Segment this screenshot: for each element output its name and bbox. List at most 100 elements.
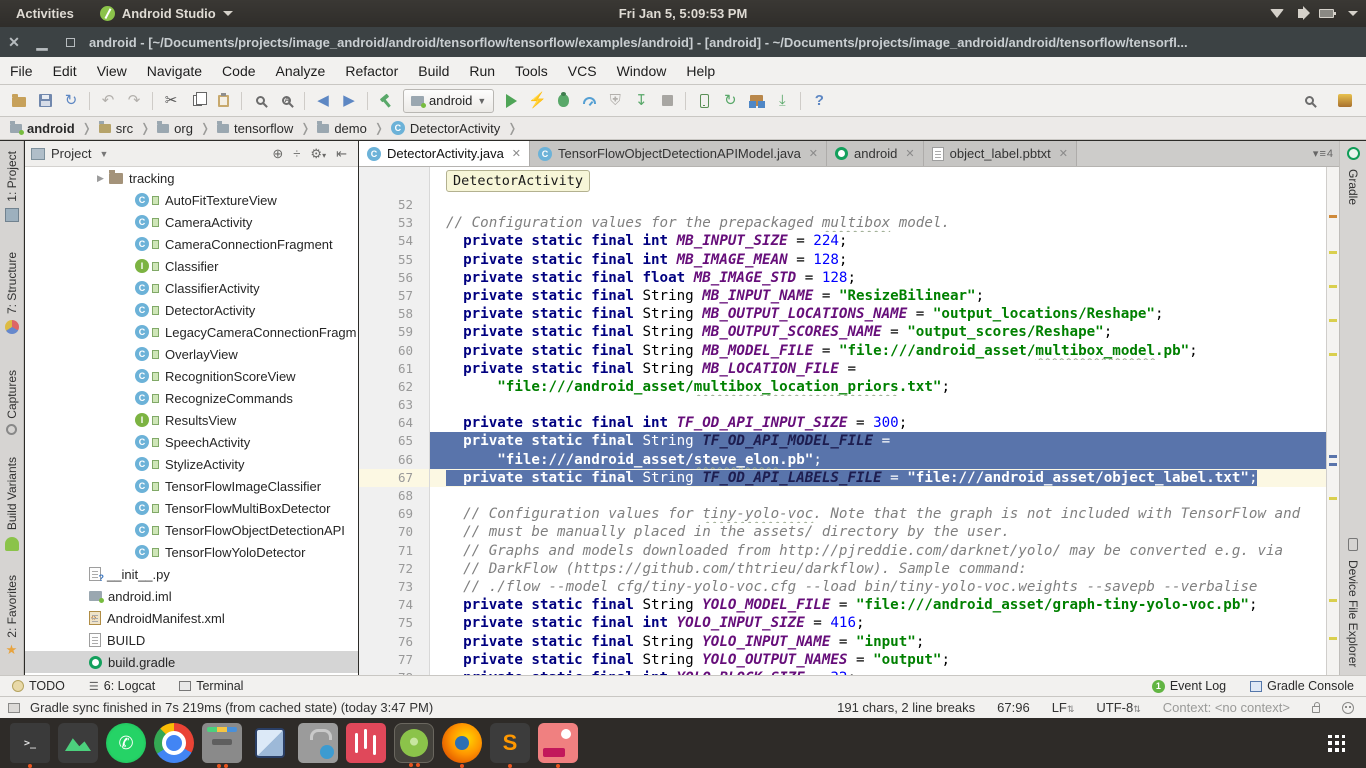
dock-whatsapp-icon[interactable]: ✆ <box>106 723 146 763</box>
dock-terminal-icon[interactable]: >_ <box>10 723 50 763</box>
tree-item-recognizecommands[interactable]: CRecognizeCommands <box>25 387 358 409</box>
expand-arrow-icon[interactable]: ▶ <box>97 173 109 184</box>
stripe-mark[interactable] <box>1329 251 1337 254</box>
replace-icon[interactable] <box>274 89 298 113</box>
code-line-58[interactable]: 58 private static final String MB_OUTPUT… <box>359 305 1326 323</box>
locate-icon[interactable]: ⊕ <box>272 146 283 162</box>
close-tab-icon[interactable]: ✕ <box>512 147 521 160</box>
code-line-74[interactable]: 74 private static final String YOLO_MODE… <box>359 596 1326 614</box>
maximize-window-button[interactable] <box>66 38 75 47</box>
tab-gradle[interactable]: Gradle <box>1340 147 1366 205</box>
activities-button[interactable]: Activities <box>0 6 90 21</box>
stripe-mark[interactable] <box>1329 497 1337 500</box>
stripe-mark[interactable] <box>1329 319 1337 322</box>
tree-item-legacycameraconnectionfragm[interactable]: CLegacyCameraConnectionFragm <box>25 321 358 343</box>
code-line-63[interactable]: 63 <box>359 396 1326 414</box>
code-line-57[interactable]: 57 private static final String MB_INPUT_… <box>359 287 1326 305</box>
code-line-75[interactable]: 75 private static final int YOLO_INPUT_S… <box>359 614 1326 632</box>
tree-item-detectoractivity[interactable]: CDetectorActivity <box>25 299 358 321</box>
tree-item-build[interactable]: BUILD <box>25 629 358 651</box>
stripe-mark[interactable] <box>1329 285 1337 288</box>
menu-build[interactable]: Build <box>408 63 459 79</box>
undo-icon[interactable]: ↶ <box>96 89 120 113</box>
highlighting-level-icon[interactable] <box>1342 702 1354 714</box>
dock-firefox-icon[interactable] <box>442 723 482 763</box>
dock-virtualbox-icon[interactable] <box>250 723 290 763</box>
breadcrumb-lens[interactable]: DetectorActivity <box>446 170 590 192</box>
editor-tab-tensorflowobjectdetectionapimodel-java[interactable]: CTensorFlowObjectDetectionAPIModel.java✕ <box>530 141 827 166</box>
tab-build-variants[interactable]: Build Variants <box>5 457 19 556</box>
tab-device-file-explorer[interactable]: Device File Explorer <box>1340 538 1366 667</box>
dock-photos-icon[interactable] <box>538 723 578 763</box>
dock-gallery-icon[interactable] <box>58 723 98 763</box>
code-line-71[interactable]: 71 // Graphs and models downloaded from … <box>359 542 1326 560</box>
close-tab-icon[interactable]: ✕ <box>905 147 914 160</box>
tree-item-androidmanifest-xml[interactable]: AndroidManifest.xml <box>25 607 358 629</box>
lock-icon[interactable] <box>1312 706 1320 713</box>
tree-item-recognitionscoreview[interactable]: CRecognitionScoreView <box>25 365 358 387</box>
tree-item-tracking[interactable]: ▶tracking <box>25 167 358 189</box>
run-icon[interactable] <box>499 89 523 113</box>
breadcrumb-tensorflow[interactable]: tensorflow <box>215 121 295 136</box>
forward-icon[interactable]: ▶ <box>337 89 361 113</box>
debug-icon[interactable] <box>551 89 575 113</box>
code-line-76[interactable]: 76 private static final String YOLO_INPU… <box>359 633 1326 651</box>
tree-item-classifier[interactable]: IClassifier <box>25 255 358 277</box>
tool-button-todo[interactable]: TODO <box>0 679 77 693</box>
breadcrumb-detectoractivity[interactable]: CDetectorActivity <box>389 121 502 136</box>
code-line-59[interactable]: 59 private static final String MB_OUTPUT… <box>359 323 1326 341</box>
search-everywhere-icon[interactable] <box>1297 89 1321 113</box>
code-line-56[interactable]: 56 private static final float MB_IMAGE_S… <box>359 269 1326 287</box>
code-line-73[interactable]: 73 // ./flow --model cfg/tiny-yolo-voc.c… <box>359 578 1326 596</box>
cut-icon[interactable]: ✂ <box>159 89 183 113</box>
close-tab-icon[interactable]: ✕ <box>809 147 818 160</box>
back-icon[interactable]: ◀ <box>311 89 335 113</box>
dock-android-studio-icon[interactable] <box>394 723 434 763</box>
tab-list-dropdown[interactable]: ▾≡4 <box>1313 141 1339 166</box>
app-menu[interactable]: Android Studio <box>90 6 243 21</box>
menu-run[interactable]: Run <box>459 63 505 79</box>
find-icon[interactable] <box>248 89 272 113</box>
tree-item-tensorflowimageclassifier[interactable]: CTensorFlowImageClassifier <box>25 475 358 497</box>
tool-button-event-log[interactable]: 1Event Log <box>1140 679 1238 693</box>
menu-help[interactable]: Help <box>676 63 725 79</box>
code-line-67[interactable]: 67 private static final String TF_OD_API… <box>359 469 1326 487</box>
help-icon[interactable]: ? <box>807 89 831 113</box>
tool-button-terminal[interactable]: Terminal <box>167 679 255 693</box>
tree-item-autofittextureview[interactable]: CAutoFitTextureView <box>25 189 358 211</box>
tree-item-speechactivity[interactable]: CSpeechActivity <box>25 431 358 453</box>
code-line-65[interactable]: 65 private static final String TF_OD_API… <box>359 432 1326 450</box>
stripe-mark[interactable] <box>1329 599 1337 602</box>
menu-refactor[interactable]: Refactor <box>335 63 408 79</box>
code-line-77[interactable]: 77 private static final String YOLO_OUTP… <box>359 651 1326 669</box>
sdk-manager-icon[interactable]: ⤓ <box>770 89 794 113</box>
system-tray[interactable] <box>1270 9 1358 18</box>
gradle-sync-icon[interactable]: ↻ <box>718 89 742 113</box>
tree-item-cameraconnectionfragment[interactable]: CCameraConnectionFragment <box>25 233 358 255</box>
dock-sublime-text-icon[interactable]: S <box>490 723 530 763</box>
dock-software-center-icon[interactable] <box>298 723 338 763</box>
menu-file[interactable]: File <box>0 63 43 79</box>
stripe-mark[interactable] <box>1329 463 1337 466</box>
tree-item-overlayview[interactable]: COverlayView <box>25 343 358 365</box>
menu-window[interactable]: Window <box>607 63 677 79</box>
menu-view[interactable]: View <box>87 63 137 79</box>
code-line-62[interactable]: 62 "file:///android_asset/multibox_locat… <box>359 378 1326 396</box>
stripe-mark[interactable] <box>1329 215 1337 218</box>
hide-panel-icon[interactable]: ⇤ <box>336 146 347 162</box>
collapse-all-icon[interactable]: ÷ <box>293 146 300 161</box>
tree-item-tensorflowyolodetector[interactable]: CTensorFlowYoloDetector <box>25 541 358 563</box>
tree-item-cameraactivity[interactable]: CCameraActivity <box>25 211 358 233</box>
code-line-52[interactable]: 52 <box>359 196 1326 214</box>
project-structure-icon[interactable] <box>744 89 768 113</box>
menu-analyze[interactable]: Analyze <box>266 63 336 79</box>
stripe-mark[interactable] <box>1329 353 1337 356</box>
breadcrumb-demo[interactable]: demo <box>315 121 369 136</box>
dock-show-apps-icon[interactable] <box>1316 723 1356 763</box>
line-separator[interactable]: LF⇅ <box>1052 700 1075 715</box>
caret-position[interactable]: 67:96 <box>997 700 1030 715</box>
install-icon[interactable]: ↧ <box>629 89 653 113</box>
run-configuration-dropdown[interactable]: android▼ <box>403 89 494 113</box>
editor-tab-android[interactable]: android✕ <box>827 141 924 166</box>
tree-item-stylizeactivity[interactable]: CStylizeActivity <box>25 453 358 475</box>
